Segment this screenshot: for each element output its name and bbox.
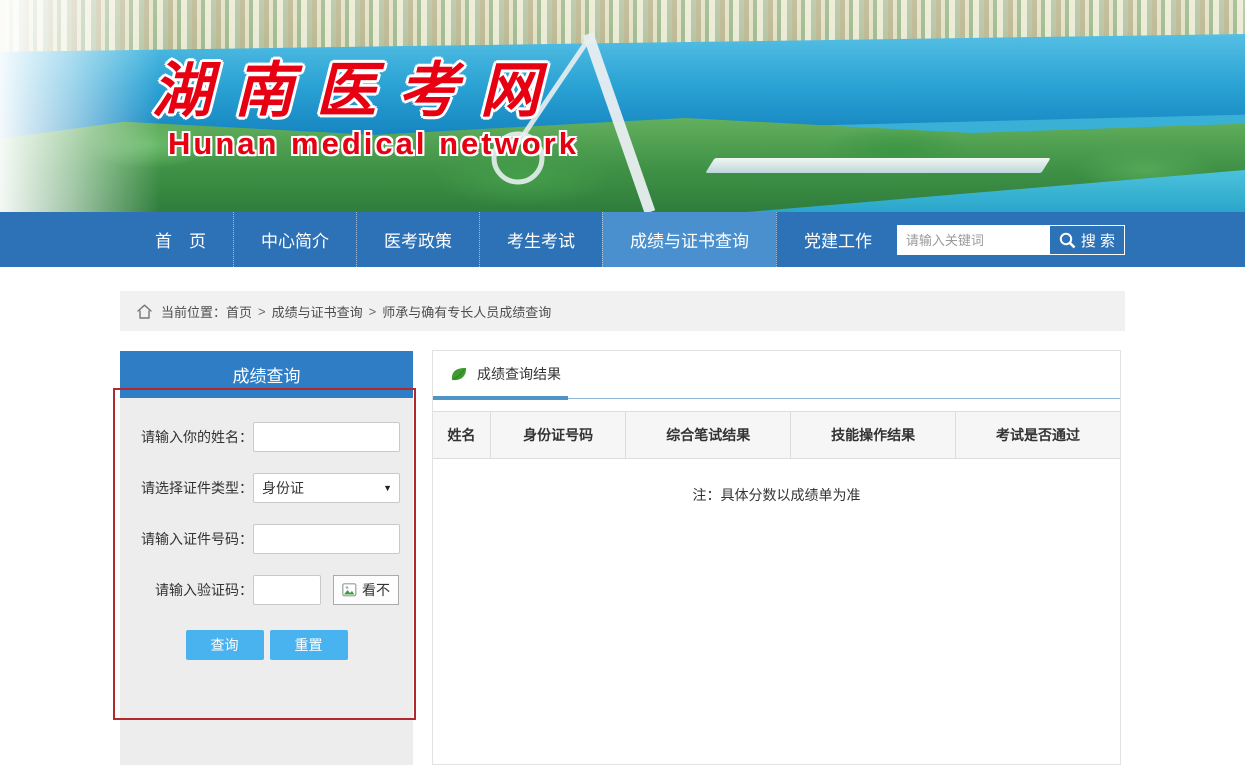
banner-left-fade bbox=[0, 0, 160, 212]
score-query-panel-title: 成绩查询 bbox=[120, 351, 413, 398]
nav-item-exam-policy[interactable]: 医考政策 bbox=[356, 212, 479, 267]
captcha-input[interactable] bbox=[253, 575, 321, 605]
breadcrumb-prefix: 当前位置： bbox=[161, 302, 226, 321]
col-header-pass-status: 考试是否通过 bbox=[955, 412, 1120, 458]
captcha-image[interactable]: 看不 bbox=[333, 575, 399, 605]
broken-image-icon bbox=[342, 583, 358, 598]
chevron-down-icon: ▼ bbox=[383, 483, 392, 493]
page: 湖南医考网 Hunan medical network 首 页 中心简介 医考政… bbox=[0, 0, 1245, 765]
form-buttons: 查询 重置 bbox=[120, 630, 413, 660]
results-table-header-row: 姓名 身份证号码 综合笔试结果 技能操作结果 考试是否通过 bbox=[433, 411, 1120, 459]
id-type-field-label: 请选择证件类型： bbox=[133, 478, 253, 498]
nav-item-score-certificate-query[interactable]: 成绩与证书查询 bbox=[602, 212, 776, 267]
results-tabbar: 成绩查询结果 bbox=[433, 351, 1120, 397]
tab-active-underline bbox=[433, 396, 568, 400]
home-icon bbox=[136, 303, 153, 320]
name-field-label: 请输入你的姓名： bbox=[133, 427, 253, 447]
col-header-id-number: 身份证号码 bbox=[490, 412, 625, 458]
col-header-name: 姓名 bbox=[433, 412, 490, 458]
results-panel: 成绩查询结果 姓名 身份证号码 综合笔试结果 技能操作结果 考试是否通过 注：具… bbox=[432, 350, 1121, 765]
breadcrumb: 当前位置： 首页 > 成绩与证书查询 > 师承与确有专长人员成绩查询 bbox=[120, 291, 1125, 331]
breadcrumb-separator: > bbox=[369, 304, 377, 319]
id-type-select[interactable]: 身份证 ▼ bbox=[253, 473, 400, 503]
id-type-selected-value: 身份证 bbox=[262, 478, 304, 498]
search-icon bbox=[1059, 232, 1076, 249]
score-query-panel: 成绩查询 请输入你的姓名： 请选择证件类型： 身份证 ▼ 请输入证件号码： 请输… bbox=[120, 351, 413, 765]
name-input[interactable] bbox=[253, 422, 400, 452]
nav-item-party-building[interactable]: 党建工作 bbox=[776, 212, 899, 267]
search-box: 搜 索 bbox=[897, 225, 1125, 255]
main-navigation: 首 页 中心简介 医考政策 考生考试 成绩与证书查询 党建工作 搜 索 bbox=[0, 212, 1245, 267]
form-row-captcha: 请输入验证码： 看不 bbox=[133, 575, 400, 605]
captcha-alt-text: 看不 bbox=[362, 580, 390, 600]
col-header-written-result: 综合笔试结果 bbox=[625, 412, 790, 458]
search-button-label: 搜 索 bbox=[1081, 230, 1115, 251]
breadcrumb-separator: > bbox=[258, 304, 266, 319]
results-table: 姓名 身份证号码 综合笔试结果 技能操作结果 考试是否通过 bbox=[433, 411, 1120, 459]
search-button[interactable]: 搜 索 bbox=[1050, 226, 1124, 254]
id-number-input[interactable] bbox=[253, 524, 400, 554]
nav-item-candidate-exam[interactable]: 考生考试 bbox=[479, 212, 602, 267]
score-query-form: 请输入你的姓名： 请选择证件类型： 身份证 ▼ 请输入证件号码： 请输入验证码： bbox=[120, 398, 413, 660]
results-note: 注：具体分数以成绩单为准 bbox=[433, 485, 1120, 505]
query-button[interactable]: 查询 bbox=[186, 630, 264, 660]
id-number-field-label: 请输入证件号码： bbox=[133, 529, 253, 549]
breadcrumb-item-home[interactable]: 首页 bbox=[226, 302, 252, 321]
reset-button[interactable]: 重置 bbox=[270, 630, 348, 660]
site-banner: 湖南医考网 Hunan medical network bbox=[0, 0, 1245, 212]
nav-item-home[interactable]: 首 页 bbox=[128, 212, 233, 267]
breadcrumb-item-score-query[interactable]: 成绩与证书查询 bbox=[272, 302, 363, 321]
nav-items: 首 页 中心简介 医考政策 考生考试 成绩与证书查询 党建工作 bbox=[128, 212, 899, 267]
form-row-id-number: 请输入证件号码： bbox=[133, 524, 400, 554]
tab-results-label[interactable]: 成绩查询结果 bbox=[477, 364, 561, 384]
form-row-id-type: 请选择证件类型： 身份证 ▼ bbox=[133, 473, 400, 503]
nav-item-center-intro[interactable]: 中心简介 bbox=[233, 212, 356, 267]
breadcrumb-item-current-page: 师承与确有专长人员成绩查询 bbox=[382, 302, 551, 321]
captcha-field-label: 请输入验证码： bbox=[133, 580, 253, 600]
site-logo-subtitle: Hunan medical network bbox=[168, 126, 579, 162]
form-row-name: 请输入你的姓名： bbox=[133, 422, 400, 452]
leaf-icon bbox=[450, 366, 468, 382]
search-input[interactable] bbox=[898, 226, 1050, 254]
site-logo-title: 湖南医考网 bbox=[152, 42, 562, 129]
col-header-skill-result: 技能操作结果 bbox=[790, 412, 955, 458]
